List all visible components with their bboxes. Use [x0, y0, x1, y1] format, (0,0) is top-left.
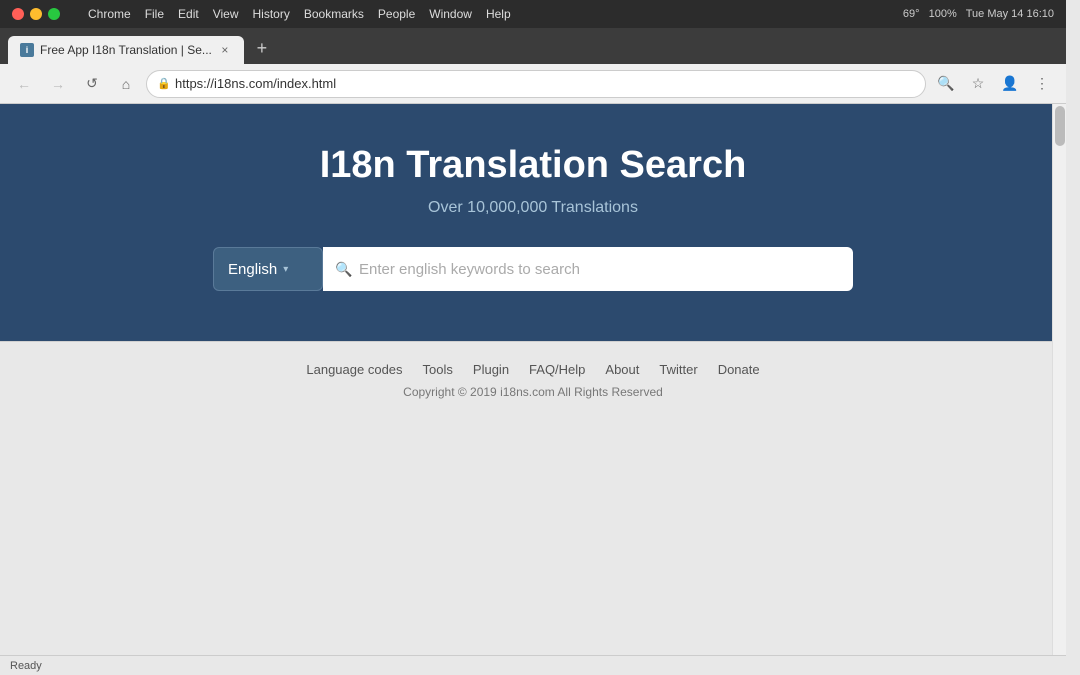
search-icon: 🔍 — [335, 261, 352, 278]
hero-subtitle: Over 10,000,000 Translations — [428, 199, 638, 217]
footer-link-faq[interactable]: FAQ/Help — [529, 362, 585, 377]
system-status: 69° 100% Tue May 14 16:10 — [903, 8, 1054, 20]
menu-edit[interactable]: Edit — [178, 7, 199, 21]
scrollbar[interactable] — [1052, 104, 1066, 655]
footer-copyright: Copyright © 2019 i18ns.com All Rights Re… — [403, 385, 663, 399]
search-input[interactable] — [323, 247, 853, 291]
footer-link-language-codes[interactable]: Language codes — [306, 362, 402, 377]
footer-link-donate[interactable]: Donate — [718, 362, 760, 377]
language-select[interactable]: English ▾ — [213, 247, 323, 291]
status-label: Ready — [10, 660, 42, 672]
footer: Language codes Tools Plugin FAQ/Help Abo… — [0, 341, 1066, 419]
maximize-window-button[interactable] — [48, 8, 60, 20]
menu-window[interactable]: Window — [429, 7, 472, 21]
search-button[interactable]: 🔍 — [932, 70, 960, 98]
chevron-down-icon: ▾ — [283, 264, 288, 275]
status-bar: Ready — [0, 655, 1066, 675]
tab-title: Free App I18n Translation | Se... — [40, 43, 212, 57]
bookmark-button[interactable]: ☆ — [964, 70, 992, 98]
active-tab[interactable]: i Free App I18n Translation | Se... × — [8, 36, 244, 64]
footer-links: Language codes Tools Plugin FAQ/Help Abo… — [306, 362, 759, 377]
menu-file[interactable]: File — [145, 7, 164, 21]
tab-favicon: i — [20, 43, 34, 57]
url-display: https://i18ns.com/index.html — [175, 76, 336, 91]
minimize-window-button[interactable] — [30, 8, 42, 20]
profile-button[interactable]: 👤 — [996, 70, 1024, 98]
menu-help[interactable]: Help — [486, 7, 511, 21]
forward-button[interactable]: → — [44, 70, 72, 98]
close-window-button[interactable] — [12, 8, 24, 20]
page-title: I18n Translation Search — [320, 144, 747, 187]
menu-chrome[interactable]: Chrome — [88, 7, 131, 21]
menu-bar: Chrome File Edit View History Bookmarks … — [88, 7, 511, 21]
menu-history[interactable]: History — [253, 7, 290, 21]
footer-link-tools[interactable]: Tools — [423, 362, 453, 377]
hero-section: I18n Translation Search Over 10,000,000 … — [0, 104, 1066, 341]
footer-link-about[interactable]: About — [605, 362, 639, 377]
tab-bar: i Free App I18n Translation | Se... × + — [0, 28, 1066, 64]
navigation-bar: ← → ↺ ⌂ 🔒 https://i18ns.com/index.html 🔍… — [0, 64, 1066, 104]
back-button[interactable]: ← — [10, 70, 38, 98]
nav-action-buttons: 🔍 ☆ 👤 ⋮ — [932, 70, 1056, 98]
title-bar: Chrome File Edit View History Bookmarks … — [0, 0, 1066, 28]
menu-view[interactable]: View — [213, 7, 239, 21]
tab-close-button[interactable]: × — [218, 43, 232, 57]
title-bar-status: 69° 100% Tue May 14 16:10 — [903, 8, 1054, 20]
refresh-button[interactable]: ↺ — [78, 70, 106, 98]
more-options-button[interactable]: ⋮ — [1028, 70, 1056, 98]
menu-people[interactable]: People — [378, 7, 415, 21]
browser-chrome: Chrome File Edit View History Bookmarks … — [0, 0, 1066, 104]
search-row: English ▾ 🔍 — [213, 247, 853, 291]
menu-bookmarks[interactable]: Bookmarks — [304, 7, 364, 21]
search-wrapper: 🔍 — [323, 247, 853, 291]
footer-link-plugin[interactable]: Plugin — [473, 362, 509, 377]
footer-link-twitter[interactable]: Twitter — [659, 362, 697, 377]
new-tab-button[interactable]: + — [248, 34, 276, 62]
scrollbar-thumb[interactable] — [1055, 106, 1065, 146]
home-button[interactable]: ⌂ — [112, 70, 140, 98]
page-content: I18n Translation Search Over 10,000,000 … — [0, 104, 1066, 419]
address-bar[interactable]: 🔒 https://i18ns.com/index.html — [146, 70, 926, 98]
lock-icon: 🔒 — [157, 77, 171, 90]
language-label: English — [228, 261, 277, 278]
traffic-lights — [12, 8, 60, 20]
